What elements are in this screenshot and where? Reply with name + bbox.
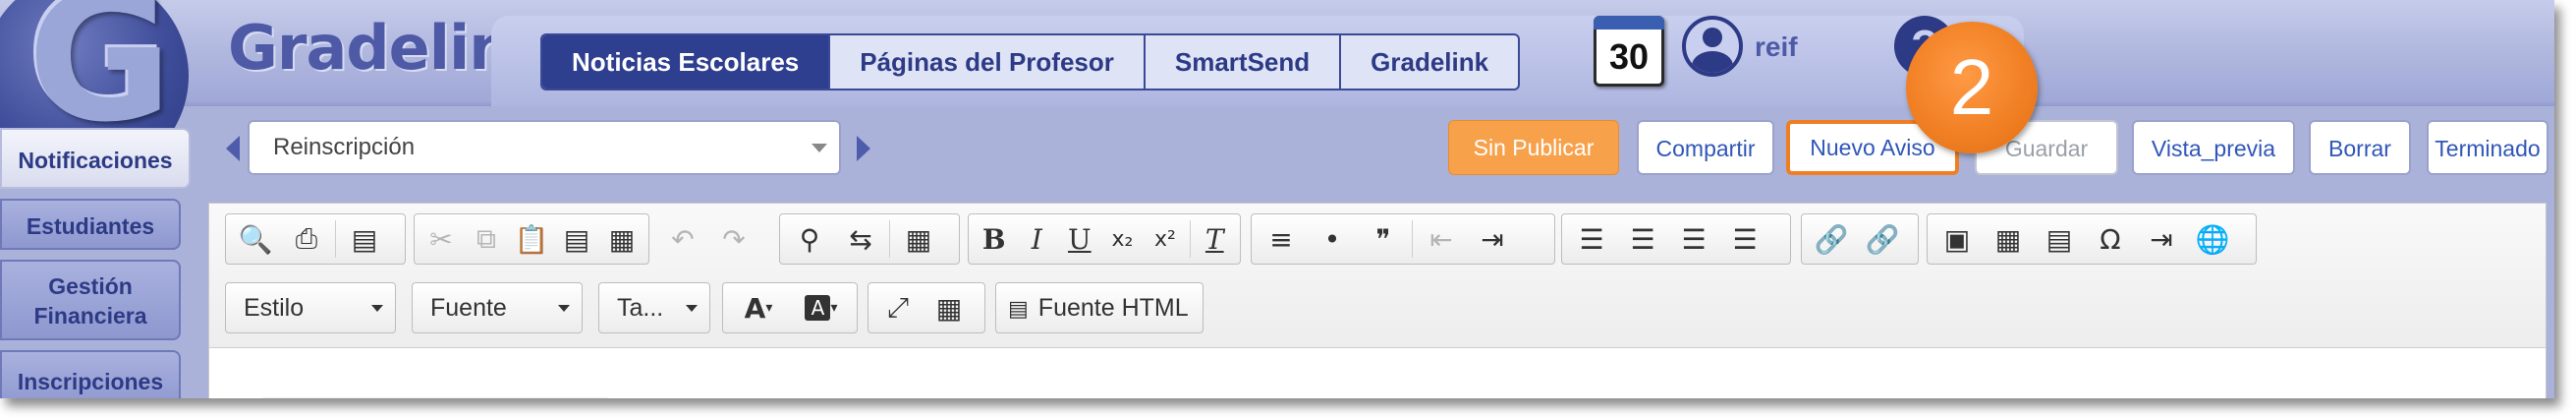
done-button[interactable]: Terminado <box>2427 120 2548 175</box>
source-code-icon: ▤ <box>1008 296 1029 321</box>
replace-icon[interactable]: ⇆ <box>835 217 886 261</box>
subscript-button[interactable]: x₂ <box>1101 217 1145 261</box>
background-color-icon[interactable]: A ▾ <box>790 286 853 329</box>
undo-icon[interactable]: ↶ <box>657 217 708 261</box>
tab-paginas-del-profesor[interactable]: Páginas del Profesor <box>830 35 1146 89</box>
chevron-down-icon <box>371 305 383 312</box>
notice-select-value: Reinscripción <box>273 134 416 160</box>
toolbar-group-view: ⤢ ▦ <box>868 282 985 333</box>
font-dropdown-label: Fuente <box>430 294 507 322</box>
style-dropdown-label: Estilo <box>244 294 305 322</box>
app-window: G Gradelink Noticias Escolares Páginas d… <box>0 0 2554 398</box>
sidebar-item-inscripciones[interactable]: Inscripciones <box>0 350 181 398</box>
font-dropdown[interactable]: Fuente <box>412 282 583 333</box>
tab-gradelink[interactable]: Gradelink <box>1341 35 1518 89</box>
toolbar-group-find: ⚲ ⇆ ▦ <box>779 213 960 265</box>
unpublished-button[interactable]: Sin Publicar <box>1448 120 1619 175</box>
cut-icon[interactable]: ✂ <box>419 217 464 261</box>
bulleted-list-icon[interactable]: • <box>1307 217 1358 261</box>
page-break-icon[interactable]: ⇥ <box>2136 217 2187 261</box>
size-dropdown-label: Ta... <box>617 294 664 322</box>
content-placeholder <box>258 397 612 398</box>
align-justify-icon[interactable]: ☰ <box>1719 217 1770 261</box>
username[interactable]: reif <box>1755 31 1798 63</box>
chevron-down-icon <box>686 305 698 312</box>
calendar-icon[interactable]: 30 <box>1594 16 1664 87</box>
print-icon[interactable]: ⎙ <box>281 217 332 261</box>
paste-text-icon[interactable]: ▤ <box>554 217 599 261</box>
bold-button[interactable]: B <box>973 217 1016 261</box>
toolbar-group-alignment: ☰ ☰ ☰ ☰ <box>1561 213 1791 265</box>
link-icon[interactable]: 🔗 <box>1806 217 1857 261</box>
superscript-button[interactable]: x² <box>1144 217 1187 261</box>
show-blocks-icon[interactable]: ▦ <box>924 286 975 329</box>
outdent-icon[interactable]: ⇤ <box>1416 217 1467 261</box>
chevron-down-icon <box>812 144 827 152</box>
step-badge: 2 <box>1906 22 2038 153</box>
toolbar-group-history: ↶ ↷ <box>653 213 771 265</box>
preview-button[interactable]: Vista_previa <box>2132 120 2295 175</box>
top-nav-tabs: Noticias Escolares Páginas del Profesor … <box>540 33 1521 90</box>
toolbar-group-insert: ▣ ▦ ▤ Ω ⇥ 🌐 <box>1927 213 2257 265</box>
notice-select[interactable]: Reinscripción <box>248 120 841 175</box>
size-dropdown[interactable]: Ta... <box>598 282 710 333</box>
tab-noticias-escolares[interactable]: Noticias Escolares <box>542 35 831 89</box>
maximize-icon[interactable]: ⤢ <box>872 286 924 329</box>
logo-g-glyph: G <box>28 0 173 161</box>
horizontal-rule-icon[interactable]: ▤ <box>2034 217 2085 261</box>
delete-button[interactable]: Borrar <box>2309 120 2411 175</box>
special-char-omega-icon[interactable]: Ω <box>2085 217 2136 261</box>
paste-word-icon[interactable]: ▦ <box>599 217 644 261</box>
numbered-list-icon[interactable]: ≡ <box>1256 217 1307 261</box>
paste-icon[interactable]: 📋 <box>509 217 554 261</box>
text-color-icon[interactable]: A ▾ <box>727 286 790 329</box>
align-left-icon[interactable]: ☰ <box>1566 217 1617 261</box>
rich-text-editor: 🔍 ⎙ ▤ ✂ ⧉ 📋 ▤ ▦ ↶ ↷ ⚲ ⇆ ▦ B I U x₂ x² T … <box>208 203 2547 398</box>
user-avatar-icon[interactable] <box>1682 16 1743 77</box>
sidebar-item-gestion-financiera[interactable]: Gestión Financiera <box>0 260 181 340</box>
align-right-icon[interactable]: ☰ <box>1668 217 1719 261</box>
background-color-letter: A <box>805 295 831 321</box>
underline-button[interactable]: U <box>1058 217 1101 261</box>
editor-content-area[interactable] <box>209 348 2546 398</box>
sidebar: Notificaciones Estudiantes Gestión Finan… <box>0 128 191 398</box>
image-icon[interactable]: ▣ <box>1932 217 1983 261</box>
toolbar-group-document: 🔍 ⎙ ▤ <box>225 213 406 265</box>
calendar-day: 30 <box>1608 36 1650 77</box>
template-icon[interactable]: ▤ <box>339 217 390 261</box>
select-all-icon[interactable]: ▦ <box>893 217 944 261</box>
chevron-down-icon <box>558 305 570 312</box>
find-icon[interactable]: ⚲ <box>784 217 835 261</box>
preview-icon[interactable]: 🔍 <box>230 217 281 261</box>
toolbar-group-colors: A ▾ A ▾ <box>722 282 858 333</box>
text-color-letter: A <box>744 291 766 325</box>
unlink-icon[interactable]: 🔗 <box>1857 217 1908 261</box>
table-icon[interactable]: ▦ <box>1983 217 2034 261</box>
italic-button[interactable]: I <box>1016 217 1059 261</box>
globe-icon[interactable]: 🌐 <box>2187 217 2238 261</box>
sidebar-item-notificaciones[interactable]: Notificaciones <box>0 128 191 189</box>
prev-notice-arrow-icon[interactable] <box>226 136 240 161</box>
tab-smartsend[interactable]: SmartSend <box>1146 35 1342 89</box>
source-html-button[interactable]: ▤ Fuente HTML <box>995 282 1204 333</box>
editor-toolbar: 🔍 ⎙ ▤ ✂ ⧉ 📋 ▤ ▦ ↶ ↷ ⚲ ⇆ ▦ B I U x₂ x² T … <box>209 204 2546 348</box>
source-html-label: Fuente HTML <box>1037 294 1189 322</box>
toolbar-group-links: 🔗 🔗 <box>1801 213 1919 265</box>
align-center-icon[interactable]: ☰ <box>1617 217 1668 261</box>
clear-format-icon[interactable]: T <box>1194 217 1237 261</box>
copy-icon[interactable]: ⧉ <box>464 217 509 261</box>
toolbar-group-clipboard: ✂ ⧉ 📋 ▤ ▦ <box>414 213 649 265</box>
redo-icon[interactable]: ↷ <box>708 217 759 261</box>
next-notice-arrow-icon[interactable] <box>857 136 870 161</box>
sidebar-item-estudiantes[interactable]: Estudiantes <box>0 199 181 250</box>
share-button[interactable]: Compartir <box>1637 120 1774 175</box>
style-dropdown[interactable]: Estilo <box>225 282 396 333</box>
toolbar-group-formatting: B I U x₂ x² T <box>968 213 1241 265</box>
blockquote-icon[interactable]: ❞ <box>1358 217 1409 261</box>
